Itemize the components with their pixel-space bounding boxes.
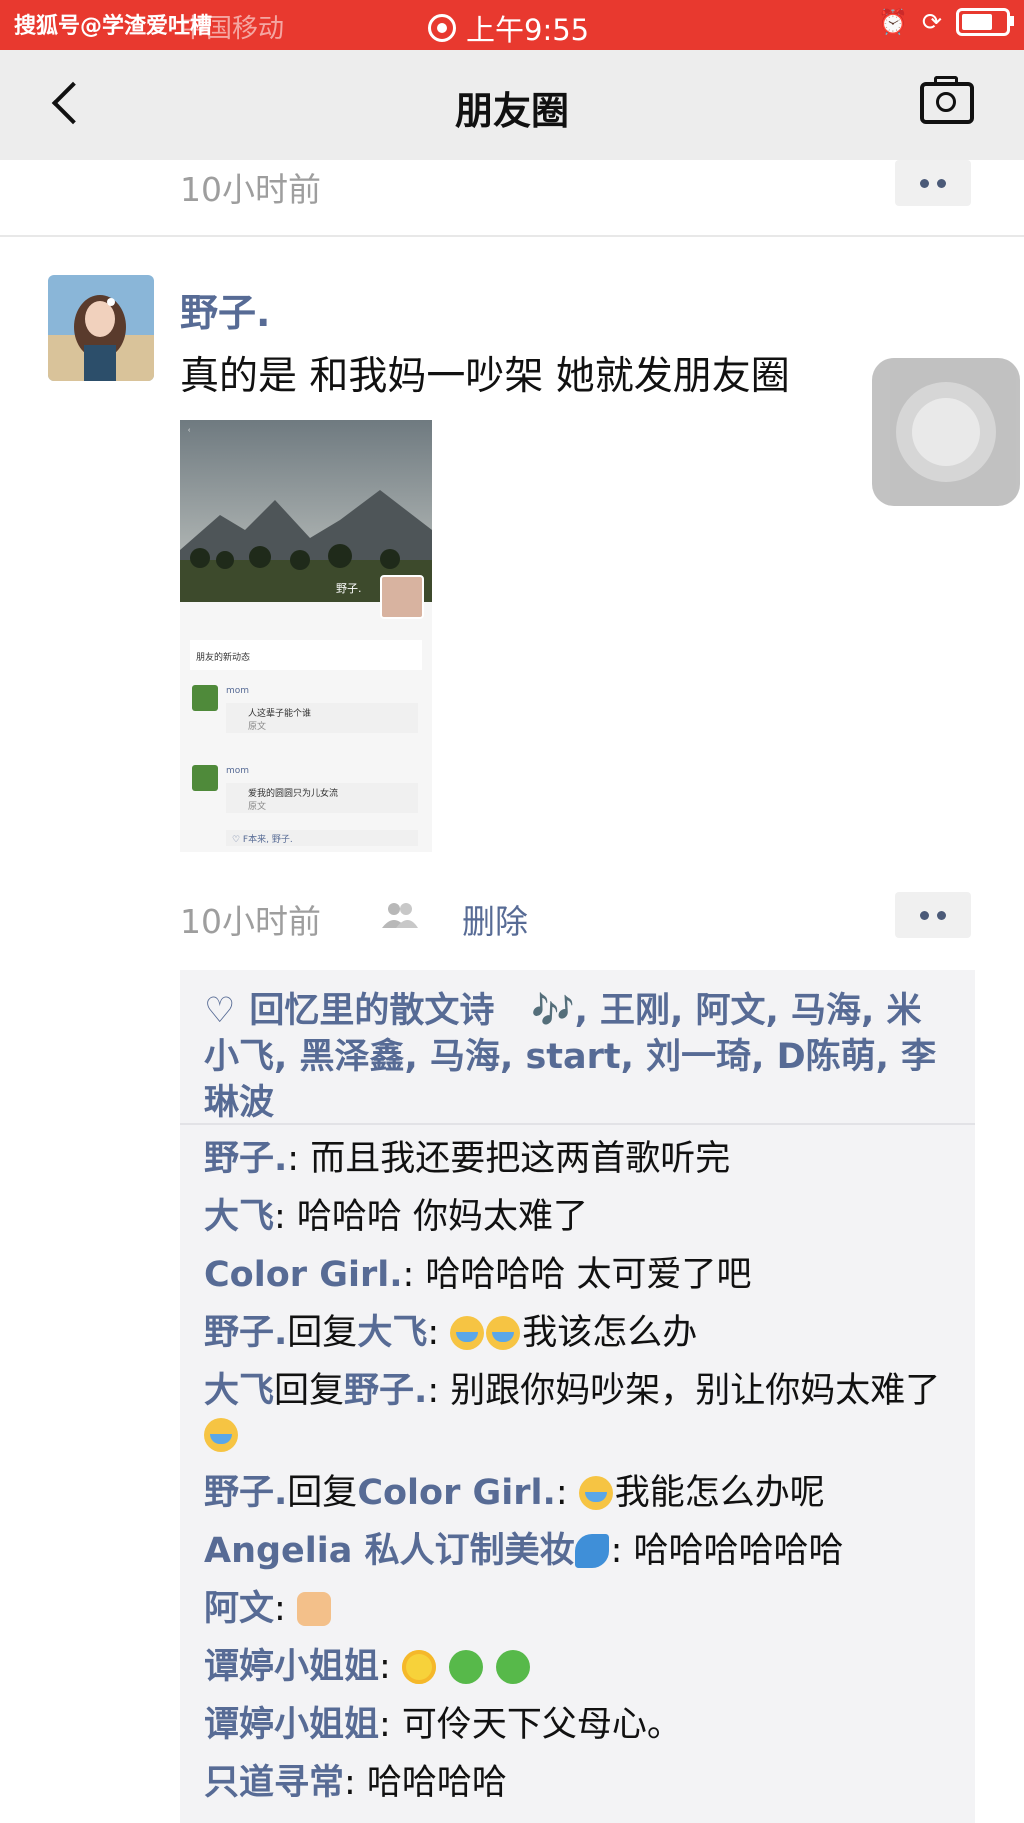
embedded-sub-1: 原文: [248, 722, 267, 732]
comments-section: 野子.: 而且我还要把这两首歌听完 大飞: 哈哈哈 你妈太难了 Color Gi…: [180, 1123, 975, 1823]
green-figure-emoji-icon: [496, 1650, 531, 1684]
comment-author[interactable]: 谭婷小姐姐: [204, 1705, 379, 1745]
embedded-cover-name: 野子.: [336, 582, 362, 595]
people-icon: [382, 903, 418, 928]
embedded-avatar-1: [192, 685, 218, 711]
embedded-avatar: [380, 575, 424, 619]
reply-target[interactable]: Color Girl.: [357, 1473, 556, 1513]
comment-author[interactable]: 大飞: [204, 1371, 274, 1411]
nav-bar: 朋友圈: [0, 50, 1024, 160]
crying-laughing-emoji-icon: [450, 1316, 485, 1350]
comment-author[interactable]: 只道寻常: [204, 1763, 344, 1803]
comment-item[interactable]: 野子.回复Color Girl.: 我能怎么办呢: [204, 1471, 955, 1515]
comment-text: : 可伶天下父母心。: [379, 1705, 682, 1745]
embedded-sub-2: 原文: [248, 802, 267, 812]
comment-author[interactable]: 阿文: [204, 1589, 274, 1629]
delete-button[interactable]: 删除: [462, 895, 528, 943]
more-dots-icon[interactable]: [895, 892, 971, 938]
reply-target[interactable]: 大飞: [357, 1313, 427, 1353]
comment-item[interactable]: 大飞回复野子.: 别跟你妈吵架，别让你妈太难了: [204, 1369, 955, 1457]
battery-icon: [956, 8, 1014, 36]
comment-text: : 哈哈哈哈: [344, 1763, 507, 1803]
comment-author[interactable]: 谭婷小姐姐: [204, 1647, 379, 1687]
comment-text: : 哈哈哈哈哈哈: [610, 1531, 844, 1571]
crying-laughing-emoji-icon: [204, 1418, 238, 1452]
comment-item[interactable]: 野子.: 而且我还要把这两首歌听完: [204, 1137, 955, 1181]
comment-author[interactable]: 野子.: [204, 1313, 287, 1353]
heart-icon: ♡: [204, 991, 236, 1031]
green-figure-emoji-icon: [449, 1650, 484, 1684]
comment-author[interactable]: Color Girl.: [204, 1255, 403, 1295]
comment-item[interactable]: Color Girl.: 哈哈哈哈 太可爱了吧: [204, 1253, 955, 1297]
comment-text: : 哈哈哈 你妈太难了: [274, 1197, 589, 1237]
comment-text: 我该怎么办: [522, 1313, 698, 1353]
embedded-text-1: 人这辈子能个谁: [248, 709, 312, 719]
assistive-touch-button[interactable]: [872, 358, 1020, 506]
embedded-box-2: 爱我的圆圆只为儿女流 原文: [226, 783, 418, 813]
like-name-first[interactable]: 回忆里的散文诗: [249, 991, 494, 1031]
likes-section: ♡ 回忆里的散文诗 🎶, 王刚, 阿文, 马海, 米小飞, 黑泽鑫, 马海, st…: [180, 970, 975, 1140]
post-username[interactable]: 野子.: [180, 282, 270, 337]
post-text: 真的是 和我妈一吵架 她就发朋友圈: [180, 354, 790, 399]
reply-target[interactable]: 野子.: [344, 1371, 427, 1411]
comment-text: : 哈哈哈哈 太可爱了吧: [402, 1255, 752, 1295]
comment-author[interactable]: 野子.: [204, 1473, 287, 1513]
crying-laughing-emoji-icon: [486, 1316, 521, 1350]
embedded-likes-text: ♡ F本来, 野子.: [232, 835, 293, 845]
comment-author[interactable]: Angelia 私人订制美妆: [204, 1531, 575, 1571]
embedded-text-2: 爱我的圆圆只为儿女流: [248, 789, 339, 799]
carrier-label: 中国移动: [180, 14, 285, 44]
embedded-name-1: mom: [226, 686, 250, 696]
comment-item[interactable]: 谭婷小姐姐:: [204, 1645, 955, 1689]
status-time: 上午9:55: [466, 13, 590, 47]
comment-item[interactable]: 野子.回复大飞: 我该怎么办: [204, 1311, 955, 1355]
embedded-header: 朋友的新动态: [190, 640, 422, 670]
comment-item[interactable]: Angelia 私人订制美妆 : 哈哈哈哈哈哈: [204, 1529, 955, 1573]
crying-laughing-emoji-icon: [578, 1476, 613, 1510]
embedded-likes: ♡ F本来, 野子.: [226, 830, 418, 846]
camera-icon[interactable]: [920, 76, 974, 124]
comment-text: :: [379, 1647, 391, 1687]
status-bar: 搜狐号@学渣爱吐槽 中国移动 上午9:55 ⏰ ⟳: [0, 0, 1024, 50]
status-time-group: 上午9:55: [428, 7, 589, 49]
comment-item[interactable]: 大飞: 哈哈哈 你妈太难了: [204, 1195, 955, 1239]
embedded-avatar-2: [192, 765, 218, 791]
location-icon: [428, 14, 456, 42]
comment-text: : 别跟你妈吵架，别让你妈太难了: [427, 1371, 941, 1411]
comment-item[interactable]: 阿文:: [204, 1587, 955, 1631]
butterfly-emoji-icon: [574, 1534, 609, 1568]
rotation-lock-icon: ⟳: [921, 8, 942, 36]
reply-word: 回复: [274, 1371, 345, 1411]
comment-author[interactable]: 野子.: [204, 1139, 287, 1179]
reply-word: 回复: [287, 1313, 358, 1353]
music-notes-emoji: 🎶: [530, 991, 575, 1031]
embedded-header-text: 朋友的新动态: [196, 653, 251, 663]
post-divider: [0, 235, 1024, 237]
comment-item[interactable]: 谭婷小姐姐: 可伶天下父母心。: [204, 1703, 955, 1747]
status-right-icons: ⏰ ⟳: [878, 8, 1014, 36]
post-time: 10小时前: [180, 902, 321, 941]
comment-text: :: [274, 1589, 286, 1629]
previous-post-time: 10小时前: [180, 170, 321, 209]
page-title: 朋友圈: [454, 89, 569, 133]
comment-text: 我能怎么办呢: [614, 1473, 825, 1513]
avatar[interactable]: [48, 275, 154, 381]
post-image[interactable]: ‹ 野子. 朋友的新动态 mom 人这辈子能个谁 原文 mom 爱我的圆圆只为儿…: [180, 420, 432, 852]
comment-item[interactable]: 只道寻常: 哈哈哈哈: [204, 1761, 955, 1805]
embedded-name-2: mom: [226, 766, 250, 776]
sun-emoji-icon: [401, 1650, 436, 1684]
comment-text: : 而且我还要把这两首歌听完: [287, 1139, 731, 1179]
reply-word: 回复: [287, 1473, 358, 1513]
thumbs-up-emoji-icon: [296, 1592, 331, 1626]
alarm-icon: ⏰: [878, 8, 908, 36]
more-dots-icon[interactable]: [895, 160, 971, 206]
embedded-box-1: 人这辈子能个谁 原文: [226, 703, 418, 733]
comment-author[interactable]: 大飞: [204, 1197, 274, 1237]
